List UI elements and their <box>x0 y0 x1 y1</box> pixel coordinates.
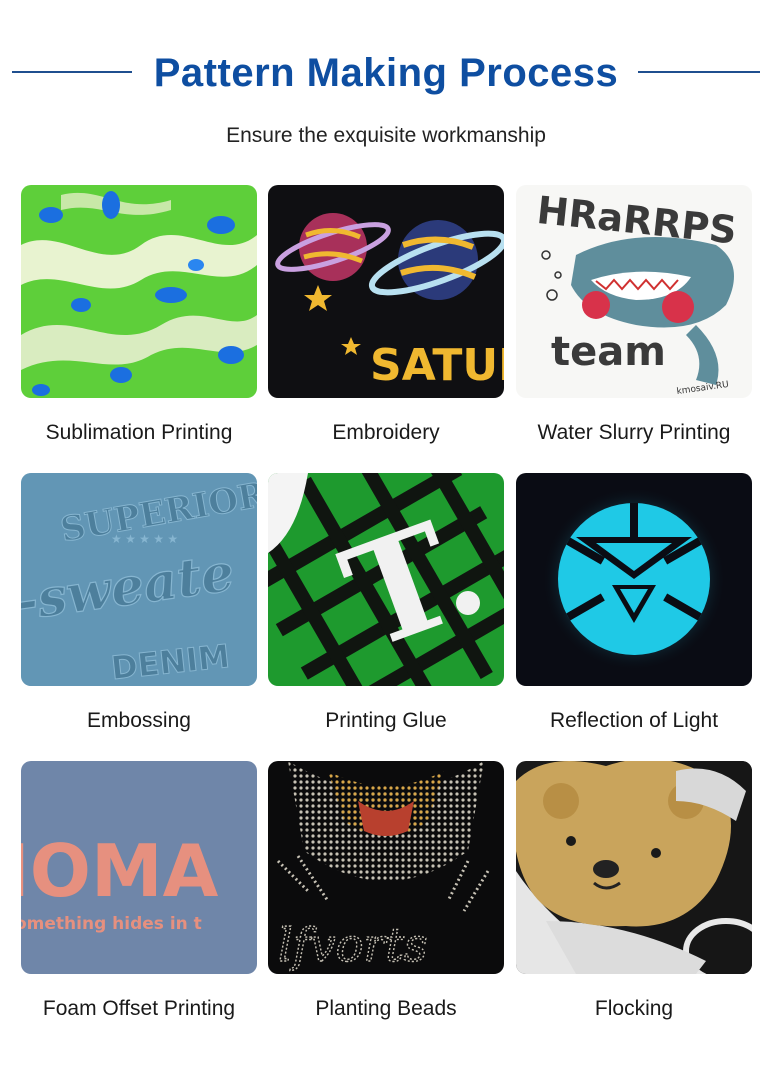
page-subtitle: Ensure the exquisite workmanship <box>226 124 546 147</box>
flocking-label: Flocking <box>594 997 674 1020</box>
planting-beads-image: lfvorts <box>268 761 504 974</box>
water-slurry-printing-image: HRaRRPS team kmosaiv.RU <box>516 185 752 398</box>
embossing-label: Embossing <box>87 709 191 732</box>
svg-text:omething hides in t: omething hides in t <box>21 914 202 934</box>
embroidery-image: SATUR <box>268 185 504 398</box>
page-title: Pattern Making Process <box>153 50 619 95</box>
embroidery-label: Embroidery <box>332 421 440 444</box>
embossing-image: SUPERIOR ★ ★ ★ ★ ★ -sweate DENIM <box>21 473 257 686</box>
reflection-of-light-label: Reflection of Light <box>549 709 719 732</box>
flocking-image <box>516 761 752 974</box>
svg-text:★ ★ ★ ★ ★: ★ ★ ★ ★ ★ <box>111 532 178 546</box>
svg-text:team: team <box>551 329 666 375</box>
planting-beads-label: Planting Beads <box>315 997 457 1020</box>
sublimation-printing-image <box>21 185 257 398</box>
svg-text:IOMA: IOMA <box>21 829 219 913</box>
water-slurry-printing-label: Water Slurry Printing <box>537 421 731 444</box>
reflection-of-light-image <box>516 473 752 686</box>
foam-offset-printing-image: IOMA omething hides in t <box>21 761 257 974</box>
sublimation-printing-label: Sublimation Printing <box>45 421 233 444</box>
header: Pattern Making Process <box>0 48 772 98</box>
svg-text:SATUR: SATUR <box>370 340 504 391</box>
printing-glue-image: T <box>268 473 504 686</box>
svg-text:lfvorts: lfvorts <box>278 918 428 972</box>
title-divider-right <box>638 71 760 73</box>
printing-glue-label: Printing Glue <box>325 709 447 732</box>
foam-offset-printing-label: Foam Offset Printing <box>42 997 236 1020</box>
title-divider-left <box>12 71 132 73</box>
